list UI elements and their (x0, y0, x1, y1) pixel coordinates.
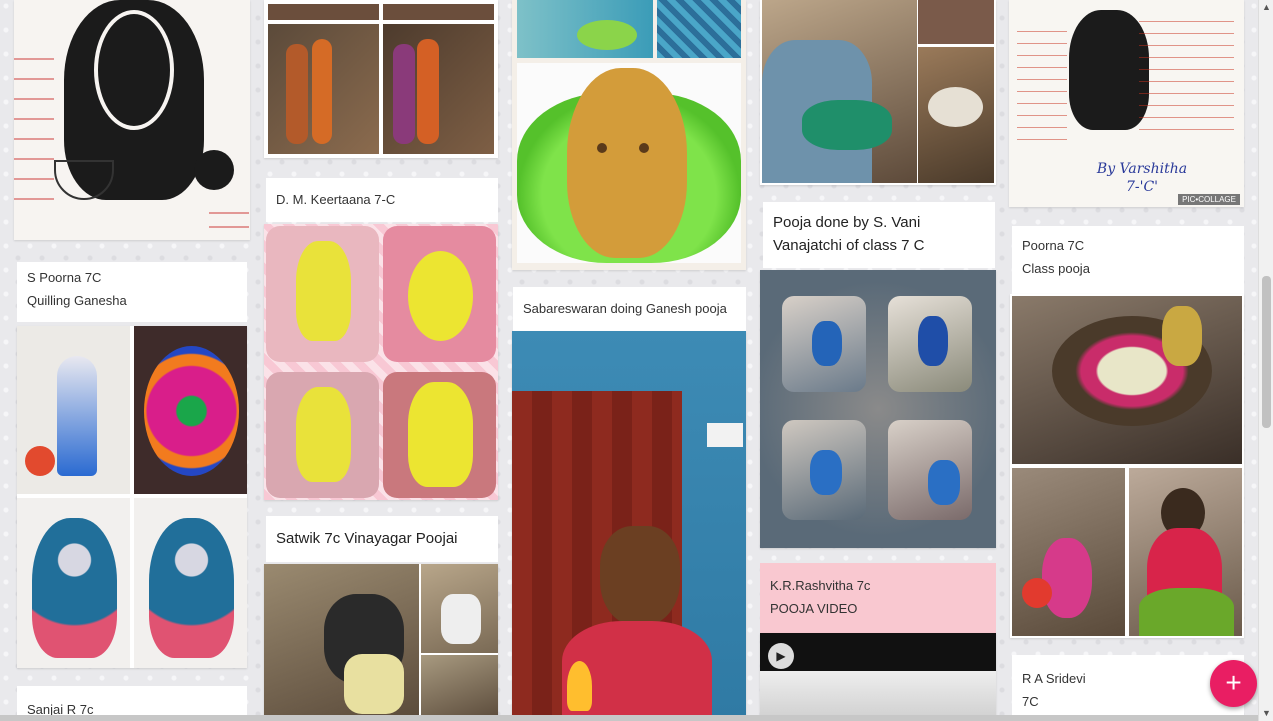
add-icon: + (1225, 667, 1242, 698)
ganesha-sketch-image (14, 0, 250, 240)
caption-name: R A Sridevi (1022, 671, 1086, 686)
play-icon[interactable]: ▶ (768, 643, 794, 669)
class-pooja-photo-3 (1129, 468, 1242, 636)
post-caption-satwik: Satwik 7c Vinayagar Poojai (266, 516, 498, 562)
caption-sub: Class pooja (1022, 261, 1090, 276)
post-caption-sabareswaran: Sabareswaran doing Ganesh pooja (513, 287, 746, 331)
satwik-photo-2 (421, 564, 498, 653)
class-pooja-photo-2 (1012, 468, 1125, 636)
post-sabareswaran-photo[interactable] (512, 331, 746, 721)
caption-name: D. M. Keertaana 7-C (276, 192, 396, 207)
scroll-down-arrow-icon[interactable]: ▼ (1259, 706, 1273, 721)
scrollbar-thumb[interactable] (1262, 276, 1271, 428)
post-varshitha-drawing[interactable]: By Varshitha 7-'C' PIC•COLLAGE (1009, 0, 1244, 207)
post-clay-ganesha[interactable] (264, 224, 498, 500)
caption-name: Sabareswaran doing Ganesh pooja (523, 301, 727, 316)
vani-photo-4 (888, 420, 972, 520)
post-caption-keertaana: D. M. Keertaana 7-C (266, 178, 498, 222)
vani-photo-3 (782, 420, 866, 520)
caption-sub: POOJA VIDEO (770, 601, 858, 616)
caption-name: K.R.Rashvitha 7c (770, 578, 871, 593)
quilling-image-2 (134, 326, 247, 494)
vani-photo-2 (888, 296, 972, 392)
caption-name: Poorna 7C (1022, 238, 1085, 253)
quilling-image-3 (17, 498, 130, 668)
varshitha-signature: By Varshitha 7-'C' (1096, 161, 1188, 195)
post-caption-vani: Pooja done by S. Vani Vanajatchi of clas… (763, 202, 995, 268)
add-post-button[interactable]: + (1210, 660, 1257, 707)
sabareswaran-image (512, 331, 746, 721)
clay-photo-4 (383, 372, 496, 498)
caption-name: Satwik 7c Vinayagar Poojai (276, 530, 458, 547)
post-caption-poorna-class: Poorna 7C Class pooja (1012, 226, 1244, 294)
altar-photo-1 (762, 0, 917, 183)
post-pooja-altar[interactable] (760, 0, 996, 185)
post-pooja-collage-top[interactable] (264, 0, 498, 158)
vertical-scrollbar[interactable]: ▲ ▼ (1258, 0, 1273, 721)
clay-process-2 (657, 0, 741, 58)
quilling-image-4 (134, 498, 247, 668)
vani-photo-1 (782, 296, 866, 392)
post-ganesha-sketch[interactable] (14, 0, 250, 240)
post-caption-rashvitha: K.R.Rashvitha 7c POOJA VIDEO (760, 563, 996, 633)
caption-name: Pooja done by S. Vani Vanajatchi of clas… (773, 214, 925, 254)
caption-name: S Poorna 7C (27, 270, 102, 285)
post-caption-poorna: S Poorna 7C Quilling Ganesha (17, 262, 247, 322)
scroll-up-arrow-icon[interactable]: ▲ (1259, 0, 1273, 15)
post-poorna-class-collage[interactable] (1010, 294, 1244, 638)
post-clay-elephant[interactable] (512, 0, 746, 270)
clay-photo-3 (266, 372, 379, 498)
altar-photo-2 (918, 0, 994, 44)
caption-sub: Quilling Ganesha (27, 293, 127, 308)
clay-elephant-main (517, 63, 741, 263)
post-satwik-collage[interactable] (264, 564, 498, 721)
quilling-image-1 (17, 326, 130, 494)
clay-photo-1 (266, 226, 379, 362)
post-vani-collage[interactable] (760, 270, 996, 548)
pic-collage-tag: PIC•COLLAGE (1178, 194, 1240, 205)
post-caption-sridevi: R A Sridevi 7C (1012, 655, 1244, 721)
post-rashvitha-video[interactable]: ▶ (760, 633, 996, 721)
pooja-photo-1 (268, 4, 379, 20)
caption-sub: 7C (1022, 694, 1039, 709)
pooja-photo-2 (383, 4, 494, 20)
video-thumbnail (760, 671, 996, 721)
class-pooja-photo-1 (1012, 296, 1242, 464)
altar-photo-3 (918, 47, 994, 183)
post-quilling-ganesha[interactable] (17, 326, 247, 668)
padlet-board: S Poorna 7C Quilling Ganesha Sanjai R 7c (0, 0, 1258, 721)
pooja-photo-3 (268, 24, 379, 154)
satwik-photo-1 (264, 564, 419, 721)
horizontal-scrollbar[interactable] (0, 715, 1258, 721)
pooja-photo-4 (383, 24, 494, 154)
clay-process-1 (517, 0, 653, 58)
clay-photo-2 (383, 226, 496, 362)
satwik-photo-3 (421, 655, 498, 721)
